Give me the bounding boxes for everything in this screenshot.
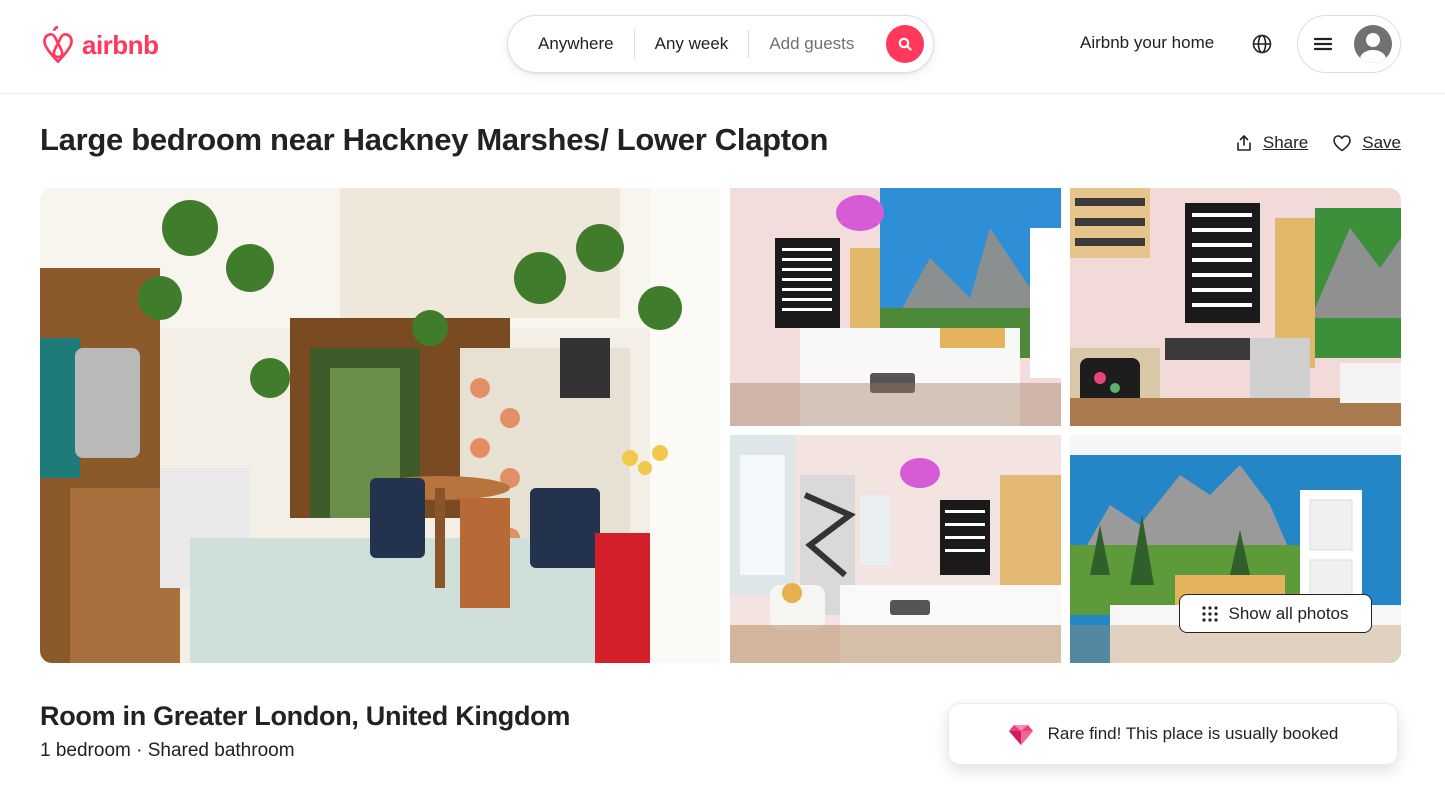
show-all-photos-button[interactable]: Show all photos — [1179, 594, 1372, 633]
airbnb-your-home-link[interactable]: Airbnb your home — [1080, 33, 1214, 53]
save-label: Save — [1362, 133, 1401, 152]
search-location[interactable]: Anywhere — [508, 34, 634, 54]
rare-find-text: Rare find! This place is usually booked — [1047, 724, 1339, 743]
search-guests[interactable]: Add guests — [749, 34, 874, 54]
search-bar[interactable]: Anywhere Any week Add guests — [507, 15, 934, 73]
search-button[interactable] — [886, 25, 924, 63]
gallery-photo-2[interactable] — [730, 188, 1061, 426]
hamburger-menu-icon — [1314, 37, 1332, 51]
diamond-icon — [1008, 725, 1033, 745]
listing-title: Large bedroom near Hackney Marshes/ Lowe… — [40, 122, 829, 157]
globe-icon[interactable] — [1251, 33, 1273, 55]
gallery-photo-3[interactable] — [1070, 188, 1401, 426]
top-header: airbnb Anywhere Any week Add guests Airb… — [0, 0, 1445, 94]
gallery-photo-main[interactable] — [40, 188, 720, 663]
save-button[interactable]: Save — [1332, 133, 1401, 153]
share-icon — [1237, 135, 1251, 151]
user-menu-button[interactable] — [1297, 15, 1401, 73]
show-all-photos-label: Show all photos — [1228, 603, 1349, 623]
rare-find-banner: Rare find! This place is usually booked — [948, 703, 1398, 765]
listing-actions: Share Save — [1235, 133, 1401, 153]
share-button[interactable]: Share — [1235, 133, 1308, 153]
share-label: Share — [1262, 133, 1309, 152]
airbnb-logo[interactable]: airbnb — [40, 25, 159, 65]
search-dates[interactable]: Any week — [635, 34, 749, 54]
brand-wordmark: airbnb — [82, 29, 159, 60]
grid-dots-icon — [1202, 605, 1219, 622]
airbnb-logo-icon — [43, 25, 73, 64]
search-icon — [898, 37, 912, 51]
heart-icon — [1333, 135, 1352, 152]
user-avatar-icon — [1354, 25, 1392, 63]
gallery-photo-4[interactable] — [730, 435, 1061, 663]
room-type-title: Room in Greater London, United Kingdom — [40, 701, 571, 731]
room-details: 1 bedroom · Shared bathroom — [40, 740, 295, 761]
